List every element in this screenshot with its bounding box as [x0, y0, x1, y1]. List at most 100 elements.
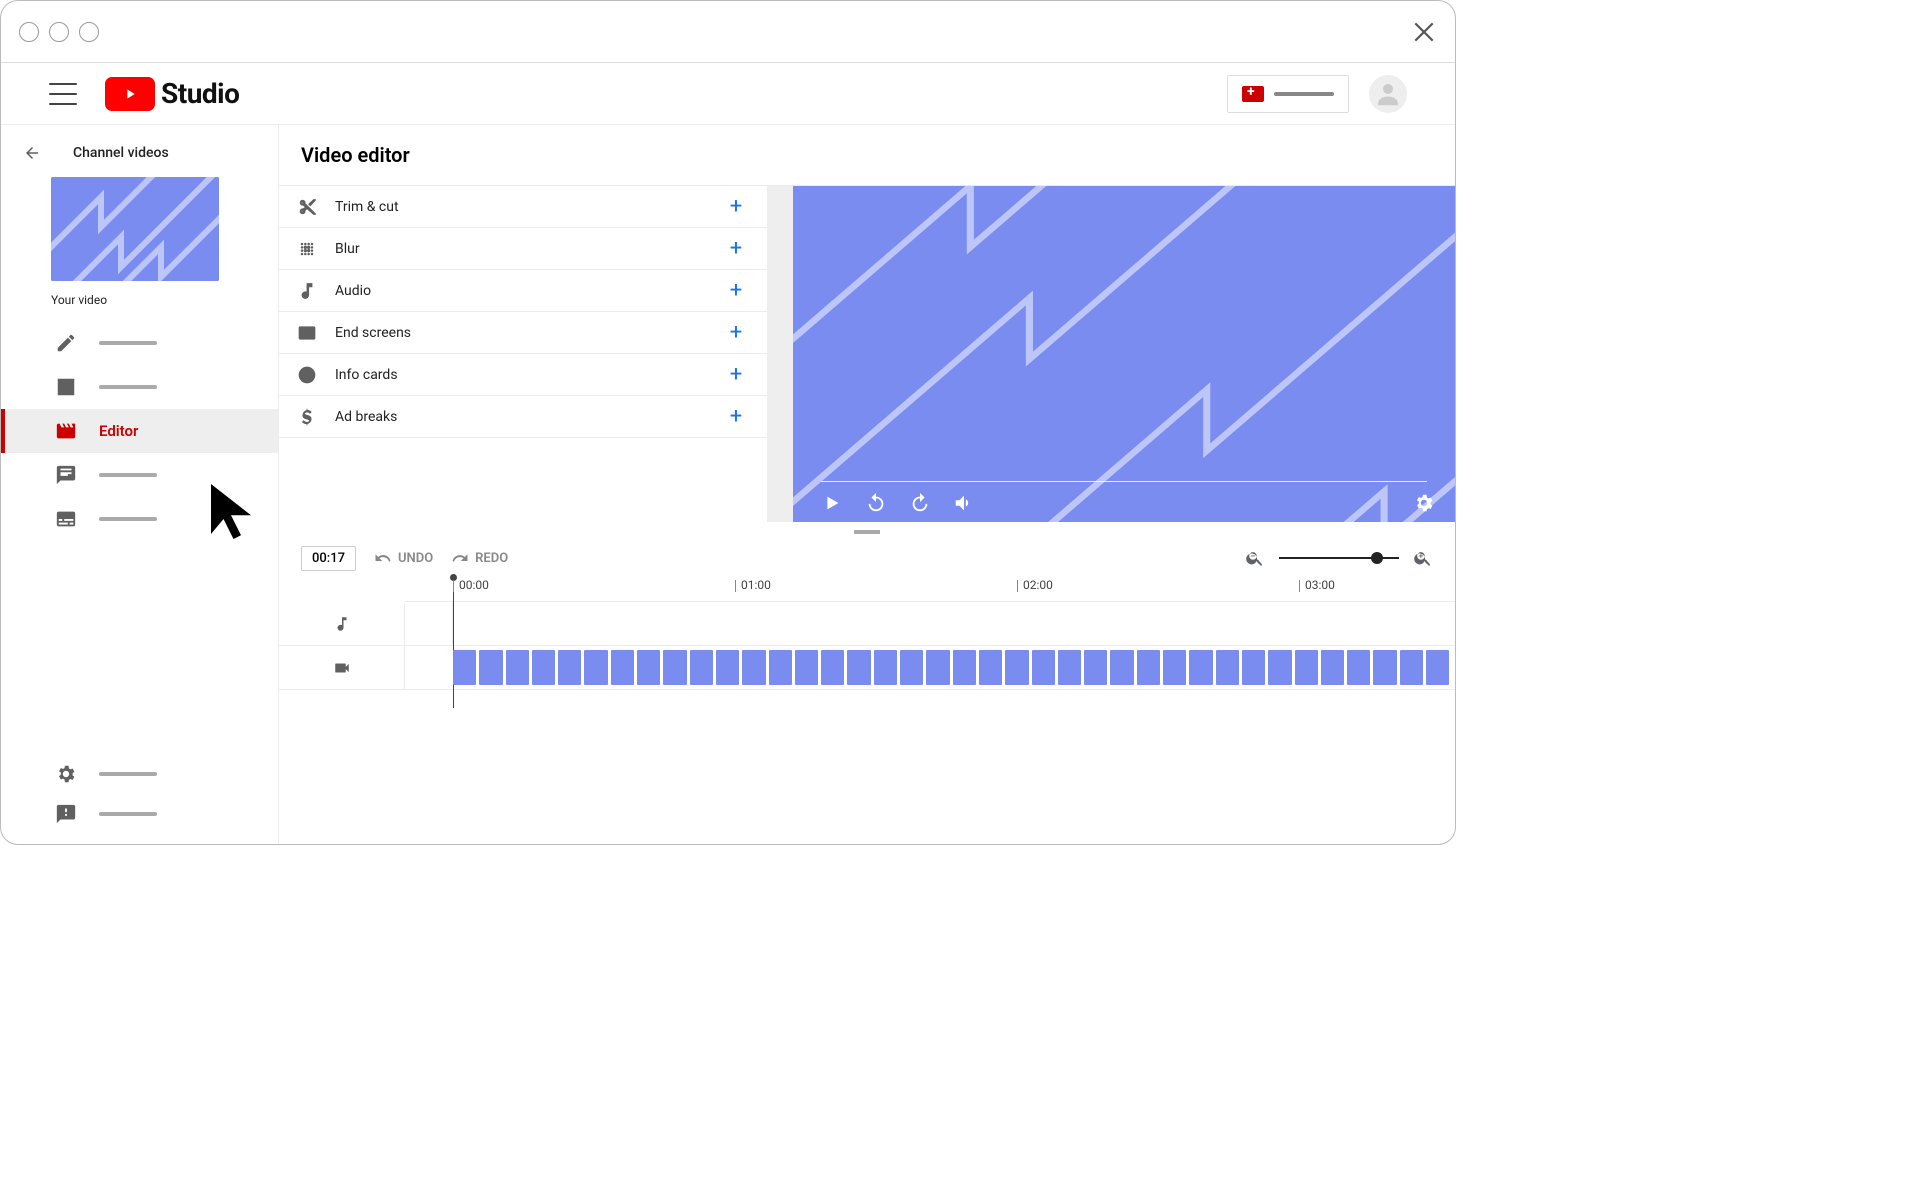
video-preview[interactable] [793, 186, 1455, 522]
tool-label: Trim & cut [335, 199, 399, 215]
tools-list: Trim & cut + Blur + Au [279, 186, 767, 522]
video-track[interactable] [279, 646, 1455, 690]
ruler-tick: 03:00 [1305, 578, 1335, 592]
volume-icon[interactable] [953, 492, 975, 514]
cut-icon [297, 197, 317, 217]
traffic-light-dot[interactable] [49, 22, 69, 42]
undo-icon [374, 549, 392, 567]
arrow-left-icon [23, 144, 41, 162]
ruler-tick: 01:00 [741, 578, 771, 592]
tool-label: Blur [335, 241, 360, 257]
tool-info-cards[interactable]: Info cards + [279, 354, 767, 396]
back-to-channel-videos[interactable]: Channel videos [1, 131, 278, 171]
editor-icon [55, 420, 77, 442]
info-icon [297, 365, 317, 385]
sidebar-item-feedback[interactable] [1, 794, 278, 834]
create-button[interactable] [1227, 75, 1349, 113]
analytics-icon [55, 376, 77, 398]
person-icon [1373, 79, 1403, 109]
progress-bar[interactable] [821, 481, 1427, 482]
panel-resize-handle[interactable] [279, 522, 1455, 542]
close-icon[interactable] [1411, 19, 1437, 45]
undo-label: UNDO [398, 551, 433, 566]
blur-icon [297, 239, 317, 259]
preview-area [767, 186, 1455, 522]
brand-text: Studio [161, 77, 239, 110]
plus-icon[interactable]: + [725, 280, 747, 302]
placeholder-line [99, 385, 157, 389]
preview-pattern [793, 186, 1455, 522]
subtitles-icon [55, 508, 77, 530]
ruler-tick: 02:00 [1023, 578, 1053, 592]
sidebar-item-details[interactable] [1, 321, 278, 365]
plus-icon[interactable]: + [725, 238, 747, 260]
traffic-light-dot[interactable] [79, 22, 99, 42]
redo-button[interactable]: REDO [451, 549, 508, 567]
page-title: Video editor [279, 125, 1455, 186]
redo-icon [451, 549, 469, 567]
traffic-light-dot[interactable] [19, 22, 39, 42]
app-window: Studio Channel videos [0, 0, 1456, 845]
youtube-logo-icon [105, 77, 155, 111]
redo-label: REDO [475, 551, 508, 566]
sidebar-item-settings[interactable] [1, 754, 278, 794]
comments-icon [55, 464, 77, 486]
video-icon [333, 659, 351, 677]
slider-thumb[interactable] [1371, 552, 1383, 564]
menu-icon[interactable] [49, 83, 77, 105]
camera-plus-icon [1242, 86, 1264, 102]
ruler-tick: 00:00 [459, 578, 489, 592]
main-panel: Video editor Trim & cut + Blur [279, 125, 1455, 844]
back-label: Channel videos [73, 145, 169, 161]
tool-blur[interactable]: Blur + [279, 228, 767, 270]
sidebar-item-analytics[interactable] [1, 365, 278, 409]
video-clip-strip[interactable] [453, 650, 1449, 685]
tool-end-screens[interactable]: End screens + [279, 312, 767, 354]
tool-label: Ad breaks [335, 409, 397, 425]
zoom-out-icon[interactable] [1245, 548, 1265, 568]
timeline-toolbar: 00:17 UNDO REDO [279, 542, 1455, 578]
tool-label: End screens [335, 325, 411, 341]
plus-icon[interactable]: + [725, 196, 747, 218]
music-note-icon [333, 615, 351, 633]
sidebar-item-comments[interactable] [1, 453, 278, 497]
endscreen-icon [297, 323, 317, 343]
pencil-icon [55, 332, 77, 354]
brand[interactable]: Studio [105, 77, 239, 111]
play-icon[interactable] [821, 492, 843, 514]
track-lane-spacer [405, 602, 453, 645]
audio-lane[interactable] [453, 602, 1455, 645]
video-lane[interactable] [405, 646, 1455, 689]
settings-icon[interactable] [1413, 492, 1435, 514]
plus-icon[interactable]: + [725, 364, 747, 386]
zoom-slider[interactable] [1279, 557, 1399, 559]
sidebar-item-label: Editor [99, 422, 138, 440]
undo-button[interactable]: UNDO [374, 549, 433, 567]
zoom-in-icon[interactable] [1413, 548, 1433, 568]
sidebar-item-editor[interactable]: Editor [1, 409, 278, 453]
replay-10-icon[interactable] [865, 492, 887, 514]
tool-label: Info cards [335, 367, 398, 383]
current-time-input[interactable]: 00:17 [301, 546, 356, 571]
your-video-label: Your video [51, 293, 278, 307]
tool-audio[interactable]: Audio + [279, 270, 767, 312]
sidebar: Channel videos Your video Editor [1, 125, 279, 844]
topbar: Studio [1, 63, 1455, 125]
forward-10-icon[interactable] [909, 492, 931, 514]
plus-icon[interactable]: + [725, 322, 747, 344]
music-note-icon [297, 281, 317, 301]
timeline-ruler[interactable]: 00:00 01:00 02:00 03:00 [405, 578, 1455, 602]
tool-ad-breaks[interactable]: Ad breaks + [279, 396, 767, 438]
placeholder-line [99, 473, 157, 477]
placeholder-line [99, 812, 157, 816]
placeholder-line [99, 772, 157, 776]
plus-icon[interactable]: + [725, 406, 747, 428]
placeholder-line [1274, 92, 1334, 96]
account-avatar[interactable] [1369, 75, 1407, 113]
sidebar-item-subtitles[interactable] [1, 497, 278, 541]
tool-trim-cut[interactable]: Trim & cut + [279, 186, 767, 228]
audio-track[interactable] [279, 602, 1455, 646]
dollar-icon [297, 407, 317, 427]
video-thumbnail[interactable] [51, 177, 219, 281]
feedback-icon [55, 803, 77, 825]
